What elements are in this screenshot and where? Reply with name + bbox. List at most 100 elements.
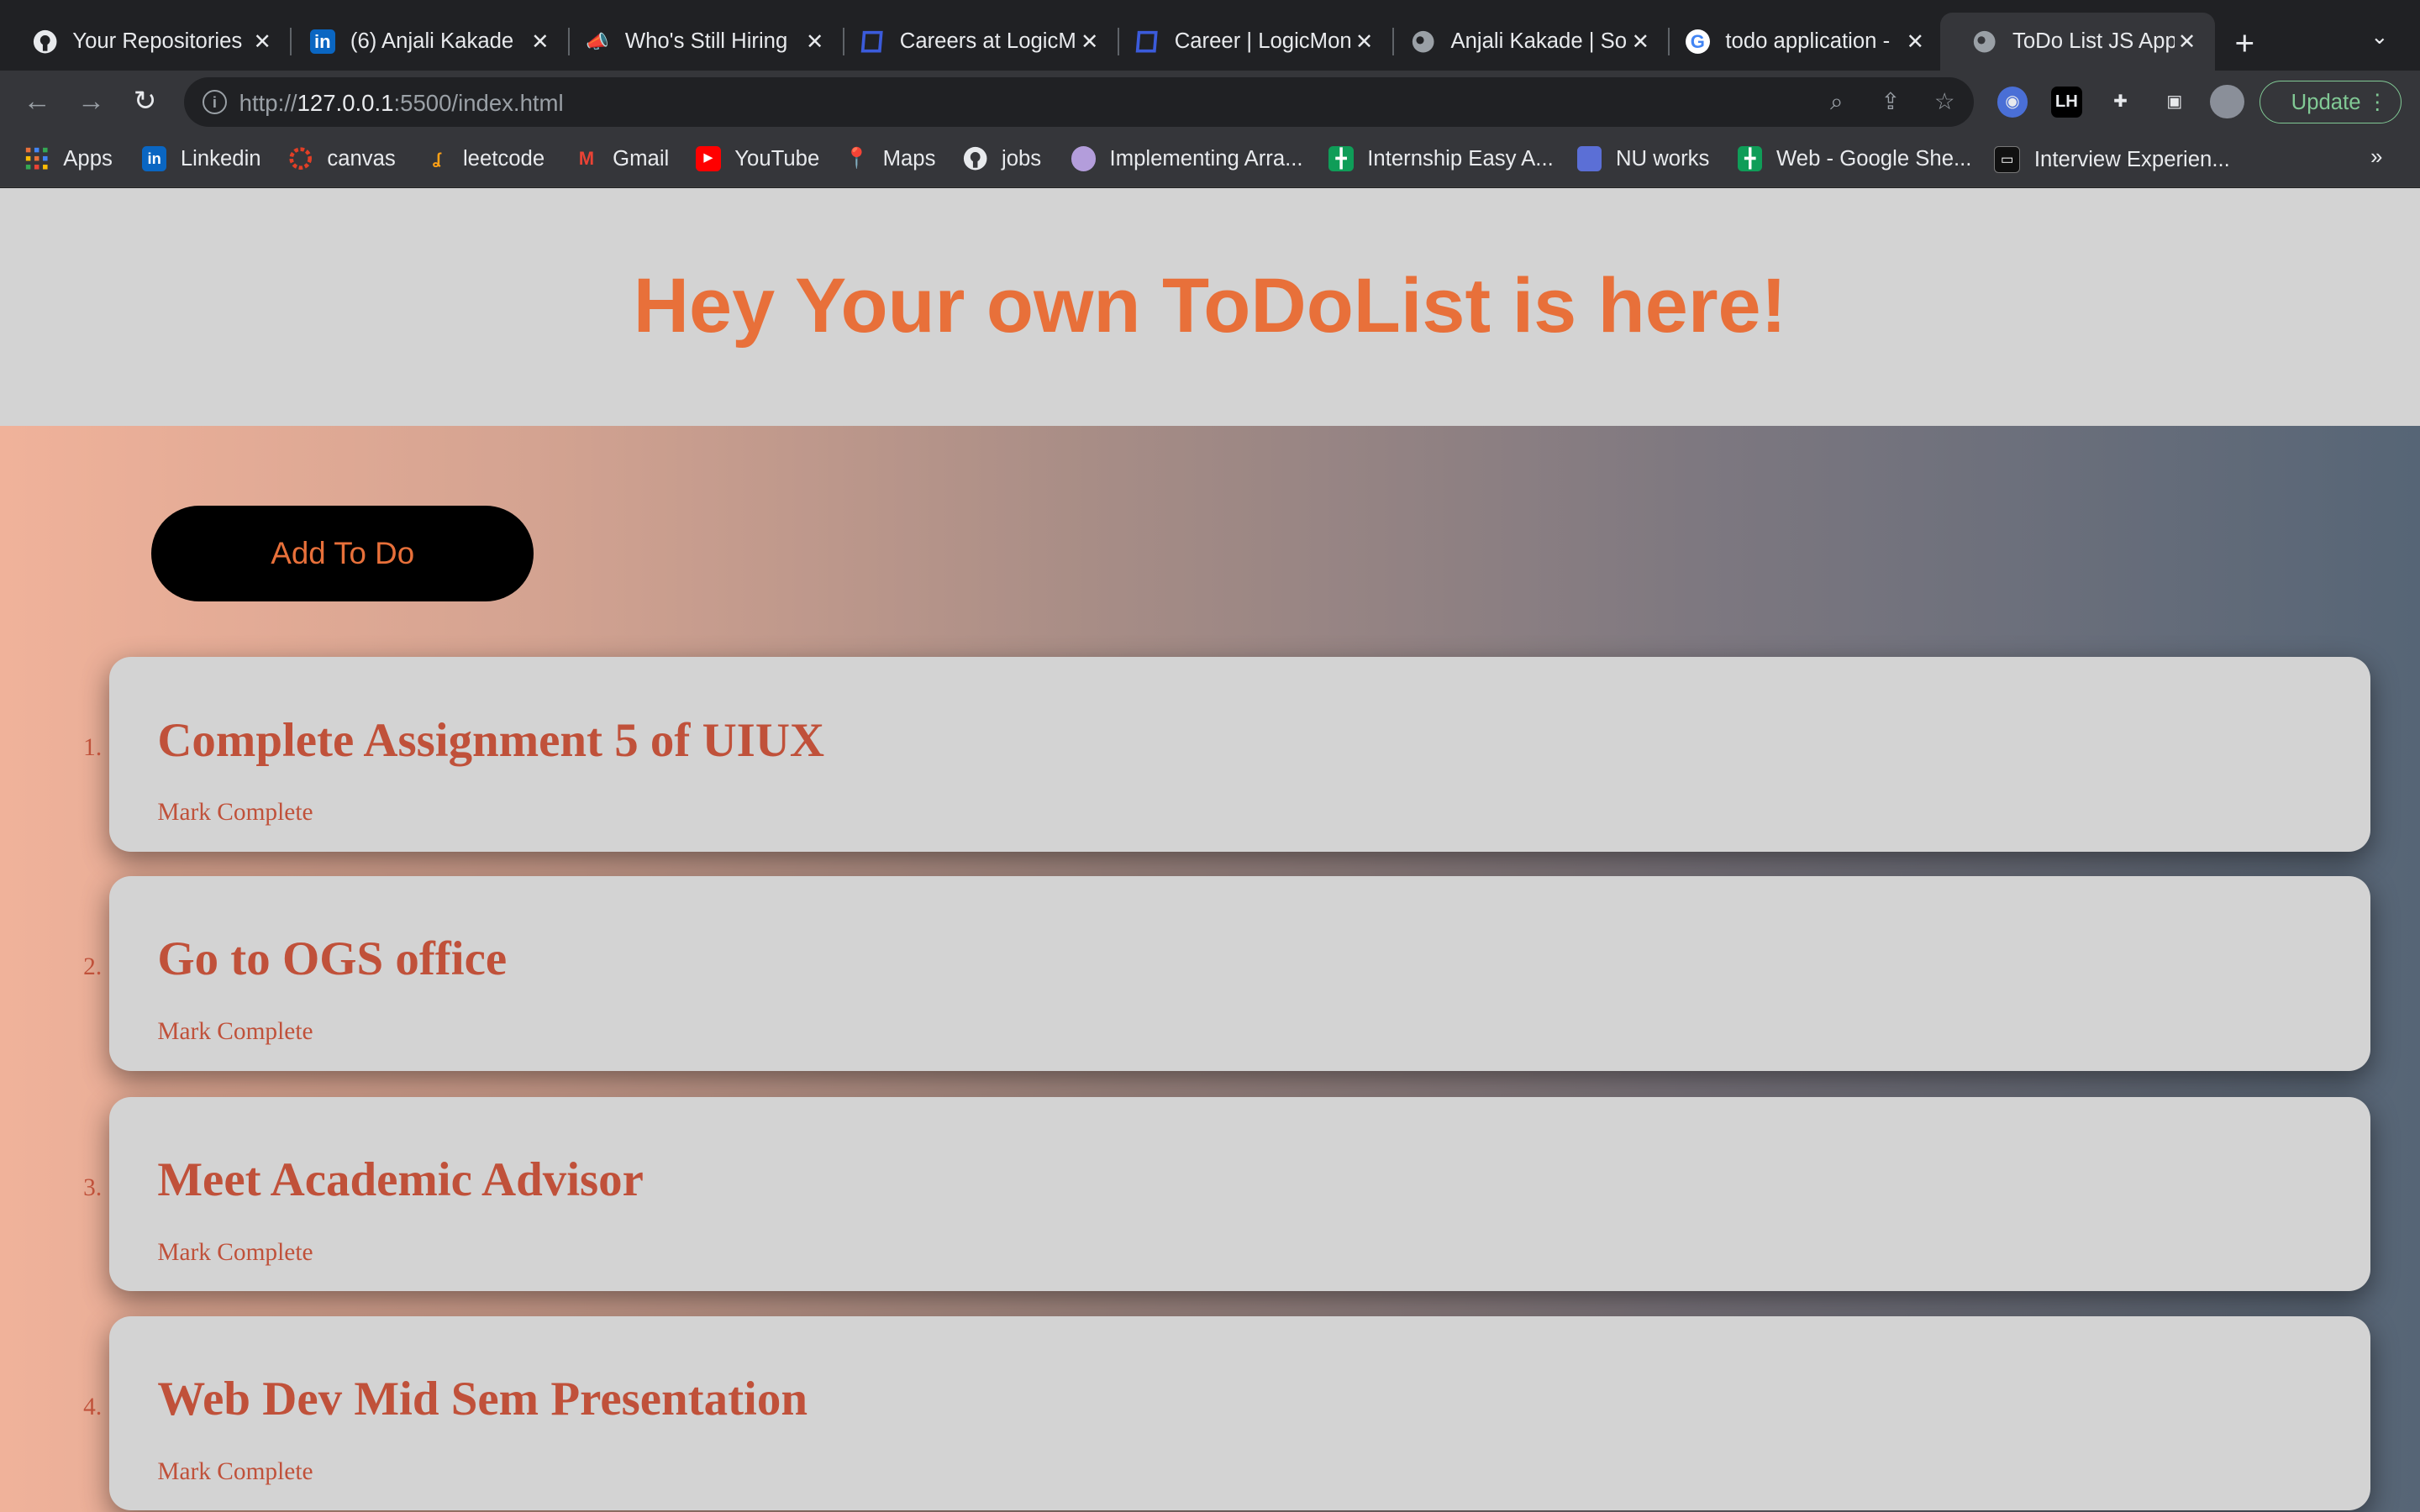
tab-anjali-kakade[interactable]: Anjali Kakade | So ✕ (1378, 13, 1670, 71)
linkedin-icon: in (141, 146, 167, 171)
bookmark-label: Apps (63, 146, 113, 171)
tab-label: todo application - (1725, 29, 1891, 54)
mark-complete-button[interactable]: Mark Complete (157, 1018, 313, 1046)
tab-your-repositories[interactable]: Your Repositories ✕ (0, 13, 292, 71)
tab-linkedin-profile[interactable]: in (6) Anjali Kakade ✕ (278, 13, 570, 71)
bookmark-implementing-arrays[interactable]: Implementing Arra... (1071, 146, 1303, 171)
bookmark-youtube[interactable]: ▶ YouTube (696, 146, 819, 171)
sheets-icon: ╋ (1328, 146, 1354, 171)
close-icon[interactable]: ✕ (250, 29, 275, 55)
bookmark-canvas[interactable]: canvas (288, 146, 396, 171)
bookmark-label: Web - Google She... (1776, 146, 1972, 171)
bookmark-label: NU works (1615, 146, 1710, 171)
tab-label: Who's Still Hiring (624, 29, 788, 54)
tab-label: ToDo List JS App (2012, 29, 2175, 54)
mark-complete-button[interactable]: Mark Complete (157, 799, 313, 827)
extensions-puzzle-icon[interactable]: ✚ (2105, 87, 2136, 118)
bookmark-gmail[interactable]: M Gmail (574, 146, 670, 171)
address-bar[interactable]: i http://127.0.0.1:5500/index.html ⌕ ⇪ ☆ (183, 76, 1975, 127)
bookmark-web-google-sheets[interactable]: ╋ Web - Google She... (1738, 146, 1971, 171)
more-icon[interactable]: ⋮ (2367, 81, 2389, 124)
tab-todo-application-search[interactable]: G todo application - ✕ (1653, 13, 1943, 71)
bookmark-label: Internship Easy A... (1367, 146, 1554, 171)
bookmark-nu-works[interactable]: NU works (1577, 146, 1709, 171)
todo-number: 3. (83, 1173, 103, 1201)
tab-careers-logicmonitor[interactable]: Careers at LogicM ✕ (827, 13, 1119, 71)
bookmark-label: Gmail (613, 146, 670, 171)
nuworks-icon (1577, 146, 1602, 171)
bookmark-label: canvas (327, 146, 396, 171)
tab-todo-list-js-app[interactable]: ToDo List JS App ✕ (1939, 12, 2215, 71)
todo-title: Complete Assignment 5 of UIUX (157, 713, 825, 767)
logicmonitor-icon (860, 29, 884, 54)
close-icon[interactable]: ✕ (1628, 29, 1653, 55)
reload-icon[interactable]: ↻ (127, 83, 164, 120)
bookmark-label: YouTube (734, 146, 820, 171)
bookmark-label: leetcode (462, 146, 545, 171)
todo-title: Web Dev Mid Sem Presentation (157, 1372, 808, 1425)
add-todo-button[interactable]: Add To Do (150, 506, 534, 602)
forward-icon[interactable]: → (72, 83, 109, 120)
bookmark-interview-experience[interactable]: ▭ Interview Experien... (1994, 146, 2230, 173)
avatar[interactable] (2210, 85, 2244, 119)
close-icon[interactable]: ✕ (1352, 29, 1376, 55)
bookmark-star-icon[interactable]: ☆ (1929, 87, 1960, 118)
linkedin-icon: in (310, 29, 335, 55)
url-path: :5500/index.html (393, 89, 564, 116)
bookmark-linkedin[interactable]: in Linkedin (141, 146, 261, 171)
zoom-icon[interactable]: ⌕ (1821, 87, 1852, 118)
back-icon[interactable]: ← (18, 83, 55, 120)
globe-icon (1411, 29, 1435, 54)
bookmark-apps[interactable]: Apps (24, 146, 113, 171)
close-icon[interactable]: ✕ (1903, 29, 1928, 55)
logicmonitor-icon (1134, 29, 1159, 54)
tab-label: Career | LogicMon (1174, 29, 1352, 54)
youtube-icon: ▶ (696, 146, 721, 171)
update-button[interactable]: Update ⋮ (2259, 80, 2402, 124)
mark-complete-button[interactable]: Mark Complete (157, 1239, 313, 1267)
close-icon[interactable]: ✕ (1077, 29, 1102, 55)
todo-number: 1. (83, 734, 103, 762)
tab-label: (6) Anjali Kakade (350, 29, 514, 54)
apps-grid-icon (24, 146, 49, 171)
bookmark-maps[interactable]: 📍 Maps (844, 146, 936, 171)
extension-blue-icon[interactable]: ◉ (1996, 86, 2028, 118)
todo-item: 1. Complete Assignment 5 of UIUX Mark Co… (83, 657, 2371, 852)
tab-search-chevron-icon[interactable]: ⌄ (2370, 24, 2389, 50)
gmail-icon: M (578, 148, 595, 170)
avatar-icon (1071, 146, 1097, 171)
tab-whos-still-hiring[interactable]: 📣 Who's Still Hiring ✕ (553, 13, 844, 71)
maps-icon: 📍 (844, 147, 870, 171)
globe-icon (1972, 29, 1996, 54)
todo-title: Go to OGS office (157, 932, 508, 986)
todo-number: 2. (83, 953, 103, 981)
more-bookmarks-icon[interactable]: » (2370, 145, 2382, 170)
share-icon[interactable]: ⇪ (1876, 87, 1907, 118)
mark-complete-button[interactable]: Mark Complete (157, 1458, 313, 1486)
todo-title: Meet Academic Advisor (157, 1152, 644, 1206)
bookmarks-bar: Apps in Linkedin canvas ʆ leetcode M Gma… (0, 132, 2420, 188)
bookmark-label: Implementing Arra... (1109, 146, 1303, 171)
side-panel-icon[interactable]: ▣ (2160, 87, 2191, 118)
close-icon[interactable]: ✕ (802, 29, 827, 55)
google-icon: G (1685, 29, 1711, 55)
tab-career-logicmonitor[interactable]: Career | LogicMon ✕ (1102, 13, 1394, 71)
close-icon[interactable]: ✕ (2175, 29, 2199, 55)
close-icon[interactable]: ✕ (528, 29, 552, 55)
bookmark-jobs[interactable]: jobs (963, 146, 1041, 171)
bookmark-label: Linkedin (180, 146, 261, 171)
bookmark-leetcode[interactable]: ʆ leetcode (424, 146, 544, 171)
url-text[interactable]: http://127.0.0.1:5500/index.html (239, 90, 564, 117)
canvas-icon (288, 146, 313, 171)
todo-item: 3. Meet Academic Advisor Mark Complete (83, 1096, 2371, 1292)
site-info-icon[interactable]: i (202, 89, 228, 115)
bookmark-internship-easy-apply[interactable]: ╋ Internship Easy A... (1328, 146, 1554, 171)
lighthouse-extension-icon[interactable]: LH (2050, 86, 2082, 118)
url-scheme: http:// (239, 89, 297, 116)
todo-item: 2. Go to OGS office Mark Complete (83, 876, 2371, 1071)
new-tab-icon[interactable]: + (2235, 24, 2255, 63)
page-header: Hey Your own ToDoList is here! (0, 188, 2420, 426)
github-icon (33, 29, 57, 54)
url-host: 127.0.0.1 (297, 89, 394, 116)
todo-item: 4. Web Dev Mid Sem Presentation Mark Com… (83, 1315, 2371, 1511)
